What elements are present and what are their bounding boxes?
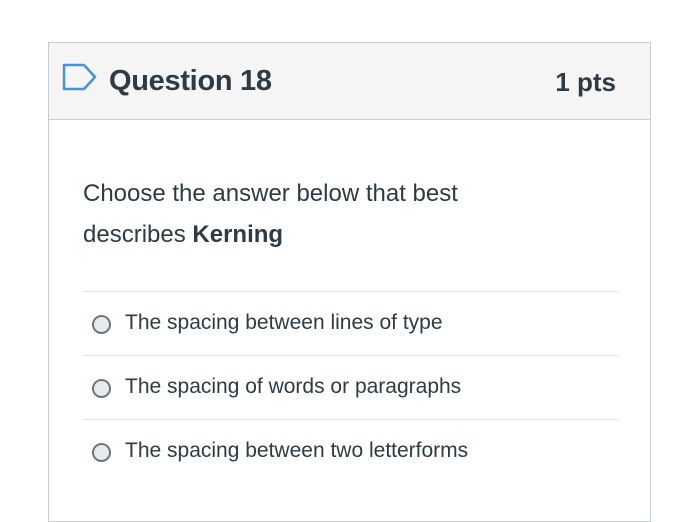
question-card: Question 18 1 pts Choose the answer belo… <box>48 42 651 522</box>
answer-option-2[interactable]: The spacing of words or paragraphs <box>83 355 619 419</box>
bookmark-flag-icon[interactable] <box>62 63 98 91</box>
radio-button[interactable] <box>92 379 111 398</box>
question-header: Question 18 1 pts <box>49 43 650 120</box>
answer-option-1[interactable]: The spacing between lines of type <box>83 291 619 355</box>
answer-label: The spacing between two letterforms <box>125 439 469 462</box>
radio-button[interactable] <box>92 315 111 334</box>
answer-option-3[interactable]: The spacing between two letterforms <box>83 419 619 483</box>
question-prompt: Choose the answer below that best descri… <box>83 173 523 255</box>
question-points: 1 pts <box>555 67 616 97</box>
answer-label: The spacing between lines of type <box>125 311 443 334</box>
radio-button[interactable] <box>92 443 111 462</box>
answer-list: The spacing between lines of type The sp… <box>83 291 619 483</box>
answer-label: The spacing of words or paragraphs <box>125 375 462 398</box>
question-prompt-keyword: Kerning <box>192 221 284 248</box>
question-title: Question 18 <box>109 65 272 97</box>
